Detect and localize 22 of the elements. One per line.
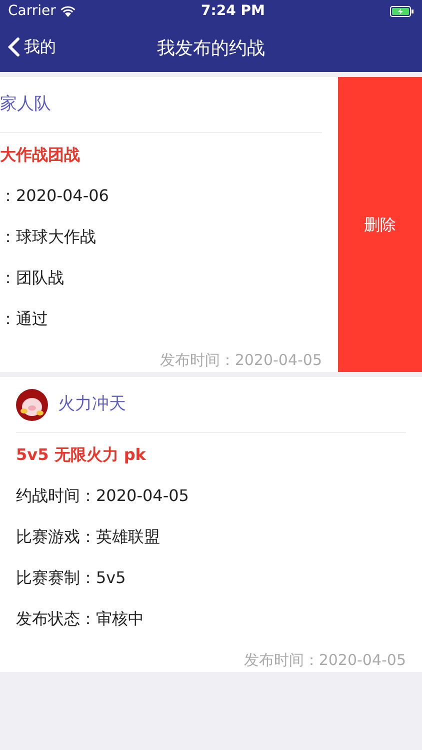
info-row-text: 比赛赛制：5v5 xyxy=(16,567,127,589)
info-row-text: ：2020-04-06 xyxy=(0,185,110,207)
back-chevron-icon xyxy=(8,37,20,57)
carrier-label: Carrier xyxy=(8,2,56,20)
battle-title: 大作战团战 xyxy=(0,144,81,166)
delete-button[interactable]: 删除 xyxy=(338,77,422,372)
info-row-text: ：通过 xyxy=(0,308,49,330)
page-title: 我发布的约战 xyxy=(157,38,265,59)
wifi-icon xyxy=(60,5,76,17)
info-row-text: ：球球大作战 xyxy=(0,226,97,248)
info-row-text: 约战时间：2020-04-05 xyxy=(16,485,190,507)
publish-time: 发布时间：2020-04-05 xyxy=(242,650,406,671)
team-name: 火力冲天 xyxy=(58,392,126,416)
back-button[interactable]: 我的 xyxy=(0,35,56,59)
team-name: 家人队 xyxy=(0,92,51,116)
clock-time: 7:24 PM xyxy=(201,2,265,20)
battery-icon xyxy=(390,6,414,16)
info-row-text: 比赛游戏：英雄联盟 xyxy=(16,526,161,548)
battle-title: 5v5 无限火力 pk xyxy=(16,444,147,466)
info-row-text: 发布状态：审核中 xyxy=(16,608,145,630)
info-row-text: ：团队战 xyxy=(0,267,65,289)
publish-time: 发布时间：2020-04-05 xyxy=(158,350,322,371)
